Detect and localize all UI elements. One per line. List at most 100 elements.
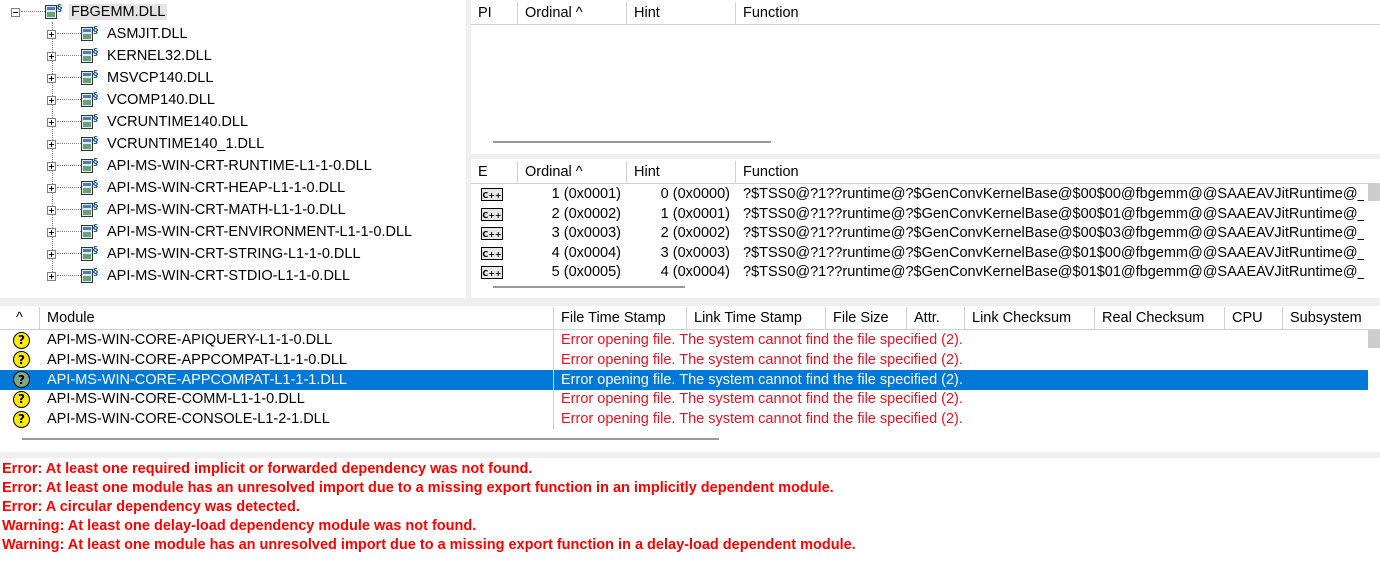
collapse-icon[interactable] <box>11 7 20 17</box>
expand-icon[interactable] <box>47 205 56 215</box>
imports-horizontal-scrollbar[interactable] <box>493 141 771 143</box>
exports-header-hint[interactable]: Hint <box>627 161 736 183</box>
expand-icon[interactable] <box>47 227 56 237</box>
modules-header-link-checksum[interactable]: Link Checksum <box>965 307 1095 329</box>
module-row[interactable]: ? API-MS-WIN-CORE-APPCOMPAT-L1-1-1.DLL Err… <box>0 369 1368 390</box>
tree-connector <box>57 77 81 79</box>
module-row[interactable]: ? API-MS-WIN-CORE-APPCOMPAT-L1-1-0.DLL Err… <box>0 350 1368 370</box>
export-hint: 4 (0x0004) <box>660 264 730 280</box>
imports-header-ordinal[interactable]: Ordinal ^ <box>518 2 627 24</box>
tree-item[interactable]: § MSVCP140.DLL <box>47 67 215 89</box>
modules-header-real-checksum[interactable]: Real Checksum <box>1095 307 1225 329</box>
tree-item-label: API-MS-WIN-CRT-STRING-L1-1-0.DLL <box>107 246 361 262</box>
modules-vertical-scrollbar[interactable] <box>1368 330 1380 348</box>
expand-icon[interactable] <box>47 183 56 193</box>
tree-connector <box>57 143 81 145</box>
exports-header-ordinal[interactable]: Ordinal ^ <box>518 161 627 183</box>
expand-icon[interactable] <box>47 139 56 149</box>
expand-icon[interactable] <box>47 271 56 281</box>
tree-item[interactable]: § VCRUNTIME140.DLL <box>47 111 250 133</box>
export-ordinal: 2 (0x0002) <box>551 205 621 222</box>
imports-pane[interactable]: PI Ordinal ^ Hint Function <box>471 0 1380 154</box>
modules-header-file-size[interactable]: File Size <box>826 307 907 329</box>
export-row[interactable]: C++ 5 (0x0005) 4 (0x0004) ?$TSS0@?1??runtim… <box>471 262 1364 282</box>
module-icon: § <box>81 158 99 174</box>
export-ordinal: 1 (0x0001) <box>551 186 621 202</box>
tree-item[interactable]: § API-MS-WIN-CRT-STRING-L1-1-0.DLL <box>47 243 363 265</box>
module-icon: § <box>81 224 99 240</box>
tree-item[interactable]: § API-MS-WIN-CRT-HEAP-L1-1-0.DLL <box>47 177 347 199</box>
exports-header-function[interactable]: Function <box>736 161 1380 183</box>
tree-connector <box>21 11 45 13</box>
expand-icon[interactable] <box>47 51 56 61</box>
imports-header-hint[interactable]: Hint <box>627 2 736 24</box>
module-error: Error opening file. The system cannot fi… <box>561 391 963 408</box>
log-line: Error: At least one required implicit or… <box>2 461 533 477</box>
export-row[interactable]: C++ 4 (0x0004) 3 (0x0003) ?$TSS0@?1??runtim… <box>471 243 1364 263</box>
horizontal-splitter-main[interactable] <box>0 298 1380 306</box>
tree-item[interactable]: § API-MS-WIN-CRT-STDIO-L1-1-0.DLL <box>47 265 352 287</box>
modules-header-file-time-stamp[interactable]: File Time Stamp <box>554 307 687 329</box>
tree-item[interactable]: § API-MS-WIN-CRT-MATH-L1-1-0.DLL <box>47 199 348 221</box>
tree-item-label: KERNEL32.DLL <box>107 48 212 64</box>
cpp-function-icon: C++ <box>481 207 503 221</box>
cpp-function-icon: C++ <box>481 227 503 240</box>
modules-header-cpu[interactable]: CPU <box>1225 307 1283 329</box>
module-name: API-MS-WIN-CORE-COMM-L1-1-0.DLL <box>47 391 305 408</box>
tree-connector <box>57 33 81 35</box>
tree-item[interactable]: § API-MS-WIN-CRT-ENVIRONMENT-L1-1-0.DLL <box>47 221 414 243</box>
tree-item[interactable]: § API-MS-WIN-CRT-RUNTIME-L1-1-0.DLL <box>47 155 374 177</box>
tree-connector <box>57 55 81 57</box>
module-icon: § <box>81 180 99 196</box>
export-row[interactable]: C++ 1 (0x0001) 0 (0x0000) ?$TSS0@?1??runtim… <box>471 184 1364 204</box>
module-row[interactable]: ? API-MS-WIN-CORE-CONSOLE-L1-2-1.DLL Error… <box>0 409 1368 429</box>
tree-connector <box>57 231 81 233</box>
tree-root-item[interactable]: § FBGEMM.DLL <box>11 1 168 23</box>
dependency-tree[interactable]: § FBGEMM.DLL § ASMJIT.DLL § KERNEL32.DLL § MS… <box>0 0 466 298</box>
tree-item[interactable]: § VCRUNTIME140_1.DLL <box>47 133 266 155</box>
module-icon: § <box>45 4 63 20</box>
modules-header-module[interactable]: Module <box>40 307 554 329</box>
module-icon: § <box>81 114 99 130</box>
export-row[interactable]: C++ 3 (0x0003) 2 (0x0002) ?$TSS0@?1??runtim… <box>471 223 1364 243</box>
expand-icon[interactable] <box>47 73 56 83</box>
exports-vertical-scrollbar[interactable] <box>1368 183 1380 201</box>
exports-horizontal-scrollbar[interactable] <box>493 286 685 288</box>
log-pane[interactable]: Error: At least one required implicit or… <box>0 458 1380 586</box>
export-function: ?$TSS0@?1??runtime@?$GenConvKernelBase@$… <box>743 205 1364 222</box>
exports-header-e[interactable]: E <box>471 161 518 183</box>
module-icon: § <box>81 268 99 284</box>
module-row[interactable]: ? API-MS-WIN-CORE-APIQUERY-L1-1-0.DLL Erro… <box>0 330 1368 350</box>
modules-horizontal-scrollbar[interactable] <box>22 438 719 440</box>
export-function: ?$TSS0@?1??runtime@?$GenConvKernelBase@$… <box>743 244 1364 261</box>
tree-item-label: MSVCP140.DLL <box>107 70 214 86</box>
imports-header-pi[interactable]: PI <box>471 2 518 24</box>
imports-header-function[interactable]: Function <box>736 2 1380 24</box>
modules-header-link-time-stamp[interactable]: Link Time Stamp <box>687 307 826 329</box>
module-list[interactable]: ^ Module File Time Stamp Link Time Stamp… <box>0 306 1380 452</box>
module-icon: § <box>81 92 99 108</box>
modules-header-attr[interactable]: Attr. <box>907 307 965 329</box>
expand-icon[interactable] <box>47 95 56 105</box>
module-error: Error opening file. The system cannot fi… <box>561 411 963 428</box>
expand-icon[interactable] <box>47 161 56 171</box>
modules-header-subsystem[interactable]: Subsystem <box>1283 307 1380 329</box>
column-divider <box>553 330 554 430</box>
module-row[interactable]: ? API-MS-WIN-CORE-COMM-L1-1-0.DLL Error op… <box>0 389 1368 409</box>
tree-item[interactable]: § ASMJIT.DLL <box>47 23 190 45</box>
tree-item[interactable]: § VCOMP140.DLL <box>47 89 217 111</box>
expand-icon[interactable] <box>47 117 56 127</box>
module-name: API-MS-WIN-CORE-APIQUERY-L1-1-0.DLL <box>47 332 333 348</box>
tree-item-label: VCRUNTIME140.DLL <box>107 114 249 130</box>
tree-item[interactable]: § KERNEL32.DLL <box>47 45 214 67</box>
export-row[interactable]: C++ 2 (0x0002) 1 (0x0001) ?$TSS0@?1??runtim… <box>471 204 1364 224</box>
tree-item-label: API-MS-WIN-CRT-MATH-L1-1-0.DLL <box>107 202 346 218</box>
export-function: ?$TSS0@?1??runtime@?$GenConvKernelBase@$… <box>743 186 1364 202</box>
exports-pane[interactable]: E Ordinal ^ Hint Function C++ 1 (0x0001) 0… <box>471 159 1380 298</box>
modules-header-sort[interactable]: ^ <box>0 307 40 329</box>
tree-connector <box>57 275 81 277</box>
export-hint: 0 (0x0000) <box>660 186 730 202</box>
expand-icon[interactable] <box>47 29 56 39</box>
expand-icon[interactable] <box>47 249 56 259</box>
question-mark-icon: ? <box>13 371 30 389</box>
